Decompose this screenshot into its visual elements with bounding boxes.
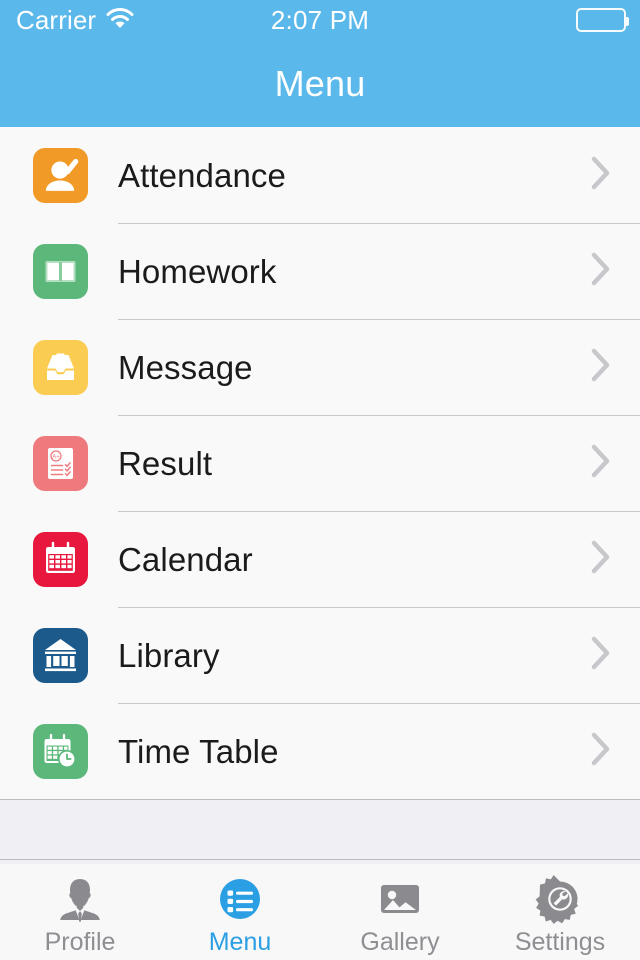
- calendar-icon: [33, 531, 88, 587]
- menu-list-icon: [214, 873, 266, 925]
- tab-label: Settings: [514, 928, 606, 956]
- tab-label: Menu: [208, 928, 272, 956]
- menu-list-container: Attendance Homework Message A+ Result Ca…: [0, 127, 640, 864]
- menu-list: Attendance Homework Message A+ Result Ca…: [0, 127, 640, 800]
- tab-bar: Profile Menu Gallery Settings: [0, 864, 640, 960]
- tab-menu[interactable]: Menu: [160, 864, 320, 960]
- menu-item-message[interactable]: Message: [0, 319, 640, 415]
- attendance-icon: [33, 147, 88, 203]
- status-bar: Carrier 2:07 PM: [0, 0, 640, 40]
- clock-label: 2:07 PM: [270, 5, 370, 35]
- library-icon: [33, 627, 88, 683]
- result-icon: A+: [33, 435, 88, 491]
- wifi-icon: [105, 7, 135, 34]
- gallery-icon: [374, 873, 426, 925]
- navigation-bar: Menu: [0, 40, 640, 127]
- status-bar-right: [576, 8, 629, 32]
- menu-item-label: Time Table: [118, 732, 279, 770]
- battery-full-icon: [576, 8, 629, 32]
- menu-item-label: Result: [118, 444, 213, 482]
- tab-gallery[interactable]: Gallery: [320, 864, 480, 960]
- homework-icon: [33, 243, 88, 299]
- profile-icon: [54, 873, 106, 925]
- app-screen: Carrier 2:07 PM Menu Attendance Homework…: [0, 0, 640, 960]
- settings-gear-icon: [534, 873, 586, 925]
- chevron-right-icon: [590, 635, 612, 676]
- menu-item-time-table[interactable]: Time Table: [0, 703, 640, 799]
- svg-text:A+: A+: [52, 454, 60, 460]
- menu-item-label: Homework: [118, 252, 277, 290]
- list-bottom-gap: [0, 800, 640, 860]
- tab-label: Profile: [44, 928, 116, 956]
- menu-item-homework[interactable]: Homework: [0, 223, 640, 319]
- chevron-right-icon: [590, 539, 612, 580]
- chevron-right-icon: [590, 731, 612, 772]
- header: Carrier 2:07 PM Menu: [0, 0, 640, 127]
- menu-item-attendance[interactable]: Attendance: [0, 127, 640, 223]
- tab-label: Gallery: [360, 928, 440, 956]
- time-table-icon: [33, 723, 88, 779]
- status-bar-left: Carrier: [16, 7, 135, 34]
- chevron-right-icon: [590, 155, 612, 196]
- chevron-right-icon: [590, 443, 612, 484]
- chevron-right-icon: [590, 251, 612, 292]
- carrier-label: Carrier: [16, 5, 97, 35]
- menu-item-label: Library: [118, 636, 220, 674]
- message-icon: [33, 339, 88, 395]
- menu-item-result[interactable]: A+ Result: [0, 415, 640, 511]
- menu-item-label: Calendar: [118, 540, 253, 578]
- page-title: Menu: [274, 62, 366, 104]
- menu-item-library[interactable]: Library: [0, 607, 640, 703]
- chevron-right-icon: [590, 347, 612, 388]
- menu-item-calendar[interactable]: Calendar: [0, 511, 640, 607]
- tab-settings[interactable]: Settings: [480, 864, 640, 960]
- menu-item-label: Attendance: [118, 156, 286, 194]
- menu-item-label: Message: [118, 348, 253, 386]
- battery-cap: [626, 17, 629, 26]
- tab-profile[interactable]: Profile: [0, 864, 160, 960]
